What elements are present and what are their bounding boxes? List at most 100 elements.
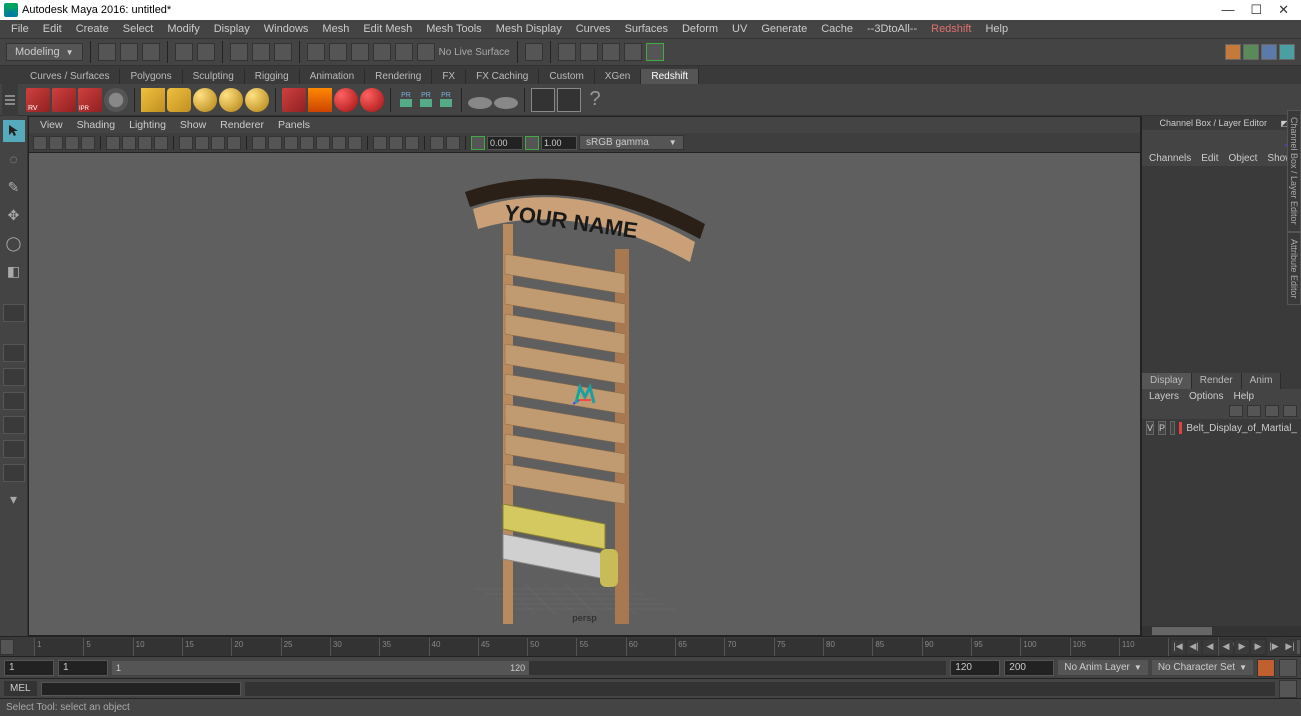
pt-film-gate-icon[interactable] [154, 136, 168, 150]
range-end-input[interactable] [1004, 660, 1054, 676]
menu-mesh[interactable]: Mesh [315, 21, 356, 37]
gate-end-input[interactable] [541, 136, 577, 150]
rs-log-icon[interactable] [557, 88, 581, 112]
layout-hypershade-icon[interactable] [3, 416, 25, 434]
layer-menu-layers[interactable]: Layers [1144, 390, 1184, 403]
shelf-tab-custom[interactable]: Custom [539, 69, 594, 84]
layout-a-icon[interactable] [1225, 44, 1241, 60]
shelf-tab-animation[interactable]: Animation [300, 69, 365, 84]
menu-mesh-tools[interactable]: Mesh Tools [419, 21, 488, 37]
scrollbar-thumb[interactable] [1152, 627, 1212, 635]
goto-start-button[interactable]: |◀ [1171, 640, 1185, 654]
shelf-tab-rendering[interactable]: Rendering [365, 69, 432, 84]
range-track[interactable]: 1 120 [112, 661, 946, 675]
play-back-button[interactable]: ◀ [1219, 640, 1233, 654]
redo-icon[interactable] [197, 43, 215, 61]
rs-light-sun-icon[interactable] [245, 88, 269, 112]
shelf-tab-sculpting[interactable]: Sculpting [183, 69, 245, 84]
pt-ao-icon[interactable] [332, 136, 346, 150]
pt-gate-start-icon[interactable] [471, 136, 485, 150]
pt-isolate-icon[interactable] [373, 136, 387, 150]
snap-curve-icon[interactable] [329, 43, 347, 61]
layer-hscrollbar[interactable] [1142, 626, 1301, 636]
layer-tab-display[interactable]: Display [1142, 373, 1192, 389]
menu-curves[interactable]: Curves [569, 21, 618, 37]
pt-wireframe-icon[interactable] [252, 136, 266, 150]
last-tool[interactable] [3, 304, 25, 322]
pt-field-chart-icon[interactable] [211, 136, 225, 150]
move-tool[interactable]: ✥ [3, 204, 25, 226]
pt-grease-icon[interactable] [122, 136, 136, 150]
menu-help[interactable]: Help [978, 21, 1015, 37]
pt-resolution-icon[interactable] [179, 136, 193, 150]
layout-persp-outliner-icon[interactable] [3, 392, 25, 410]
rs-material-icon[interactable] [334, 88, 358, 112]
colorspace-dropdown[interactable]: sRGB gamma ▼ [579, 135, 684, 150]
snap-view-icon[interactable] [417, 43, 435, 61]
rotate-tool[interactable]: ◯ [3, 232, 25, 254]
save-scene-icon[interactable] [142, 43, 160, 61]
layer-visibility-toggle[interactable]: V [1146, 421, 1154, 435]
menu-display[interactable]: Display [207, 21, 257, 37]
shelf-tab-fx[interactable]: FX [432, 69, 466, 84]
command-input[interactable] [41, 682, 241, 696]
layout-more-icon[interactable]: ▾ [3, 488, 25, 510]
redshift-settings-icon[interactable] [104, 88, 128, 112]
autokey-toggle[interactable] [1257, 659, 1275, 677]
ipr-render-icon[interactable] [580, 43, 598, 61]
layout-c-icon[interactable] [1261, 44, 1277, 60]
layer-playback-toggle[interactable]: P [1158, 421, 1166, 435]
layer-new-selected-icon[interactable] [1283, 405, 1297, 417]
maximize-button[interactable]: ☐ [1250, 2, 1262, 18]
range-out-input[interactable] [950, 660, 1000, 676]
panel-menu-lighting[interactable]: Lighting [122, 118, 173, 132]
undo-icon[interactable] [175, 43, 193, 61]
redshift-render-icon[interactable] [52, 88, 76, 112]
select-tool[interactable] [3, 120, 25, 142]
select-by-component-icon[interactable] [274, 43, 292, 61]
rs-light-point-icon[interactable] [167, 88, 191, 112]
new-scene-icon[interactable] [98, 43, 116, 61]
character-set-dropdown[interactable]: No Character Set▼ [1152, 660, 1253, 675]
shelf-tab-fxcaching[interactable]: FX Caching [466, 69, 539, 84]
pt-bookmark-icon[interactable] [65, 136, 79, 150]
menu-cache[interactable]: Cache [814, 21, 860, 37]
rs-volume-icon[interactable] [308, 88, 332, 112]
panel-menu-shading[interactable]: Shading [70, 118, 123, 132]
snap-live-icon[interactable] [395, 43, 413, 61]
rs-help-icon[interactable]: ? [583, 88, 607, 112]
rs-material2-icon[interactable] [360, 88, 384, 112]
rs-light-area-icon[interactable] [141, 88, 165, 112]
pt-gate-mask-icon[interactable] [195, 136, 209, 150]
rs-disk1-icon[interactable] [468, 97, 492, 109]
tab-channel-box[interactable]: Channel Box / Layer Editor [1287, 110, 1301, 232]
minimize-button[interactable]: — [1221, 2, 1234, 18]
menu-generate[interactable]: Generate [754, 21, 814, 37]
panel-menu-show[interactable]: Show [173, 118, 213, 132]
pt-lights-icon[interactable] [300, 136, 314, 150]
layer-display-type[interactable] [1170, 421, 1175, 435]
shelf-tab-polygons[interactable]: Polygons [120, 69, 182, 84]
paint-select-tool[interactable]: ✎ [3, 176, 25, 198]
shelf-tab-redshift[interactable]: Redshift [641, 69, 699, 84]
layer-color-swatch[interactable] [1179, 422, 1182, 434]
timeslider-track[interactable]: 1 5 10 15 20 25 30 35 40 45 50 55 60 65 … [34, 638, 1267, 656]
pt-camera-select-icon[interactable] [33, 136, 47, 150]
menu-surfaces[interactable]: Surfaces [618, 21, 675, 37]
panel-menu-panels[interactable]: Panels [271, 118, 317, 132]
layout-d-icon[interactable] [1279, 44, 1295, 60]
pt-shadows-icon[interactable] [316, 136, 330, 150]
script-language-label[interactable]: MEL [4, 681, 37, 696]
snap-grid-icon[interactable] [307, 43, 325, 61]
scale-tool[interactable]: ◧ [3, 260, 25, 282]
menu-create[interactable]: Create [69, 21, 116, 37]
script-editor-icon[interactable] [1279, 680, 1297, 698]
rs-pr1-icon[interactable]: PR [397, 88, 415, 112]
step-forward-button[interactable]: ▶ [1251, 640, 1265, 654]
pt-xray-icon[interactable] [389, 136, 403, 150]
menu-modify[interactable]: Modify [160, 21, 206, 37]
pt-textured-icon[interactable] [284, 136, 298, 150]
select-by-hierarchy-icon[interactable] [230, 43, 248, 61]
render-view-icon[interactable] [646, 43, 664, 61]
shelf-tab-rigging[interactable]: Rigging [245, 69, 300, 84]
